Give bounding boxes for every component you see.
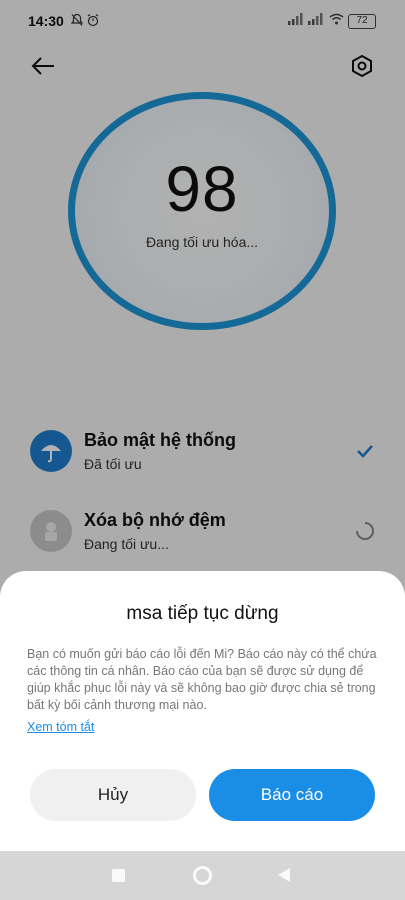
view-summary-link[interactable]: Xem tóm tắt xyxy=(27,720,94,734)
cancel-button[interactable]: Hủy xyxy=(30,769,196,821)
recents-icon[interactable] xyxy=(112,869,125,882)
report-button[interactable]: Báo cáo xyxy=(209,769,375,821)
navigation-bar xyxy=(0,851,405,900)
dialog-title: msa tiếp tục dừng xyxy=(126,603,279,624)
dialog-message: Bạn có muốn gửi báo cáo lỗi đến Mi? Báo … xyxy=(27,647,377,712)
back-icon[interactable] xyxy=(278,868,290,882)
crash-report-dialog: msa tiếp tục dừng Bạn có muốn gửi báo cá… xyxy=(0,571,405,851)
home-icon[interactable] xyxy=(193,866,212,885)
